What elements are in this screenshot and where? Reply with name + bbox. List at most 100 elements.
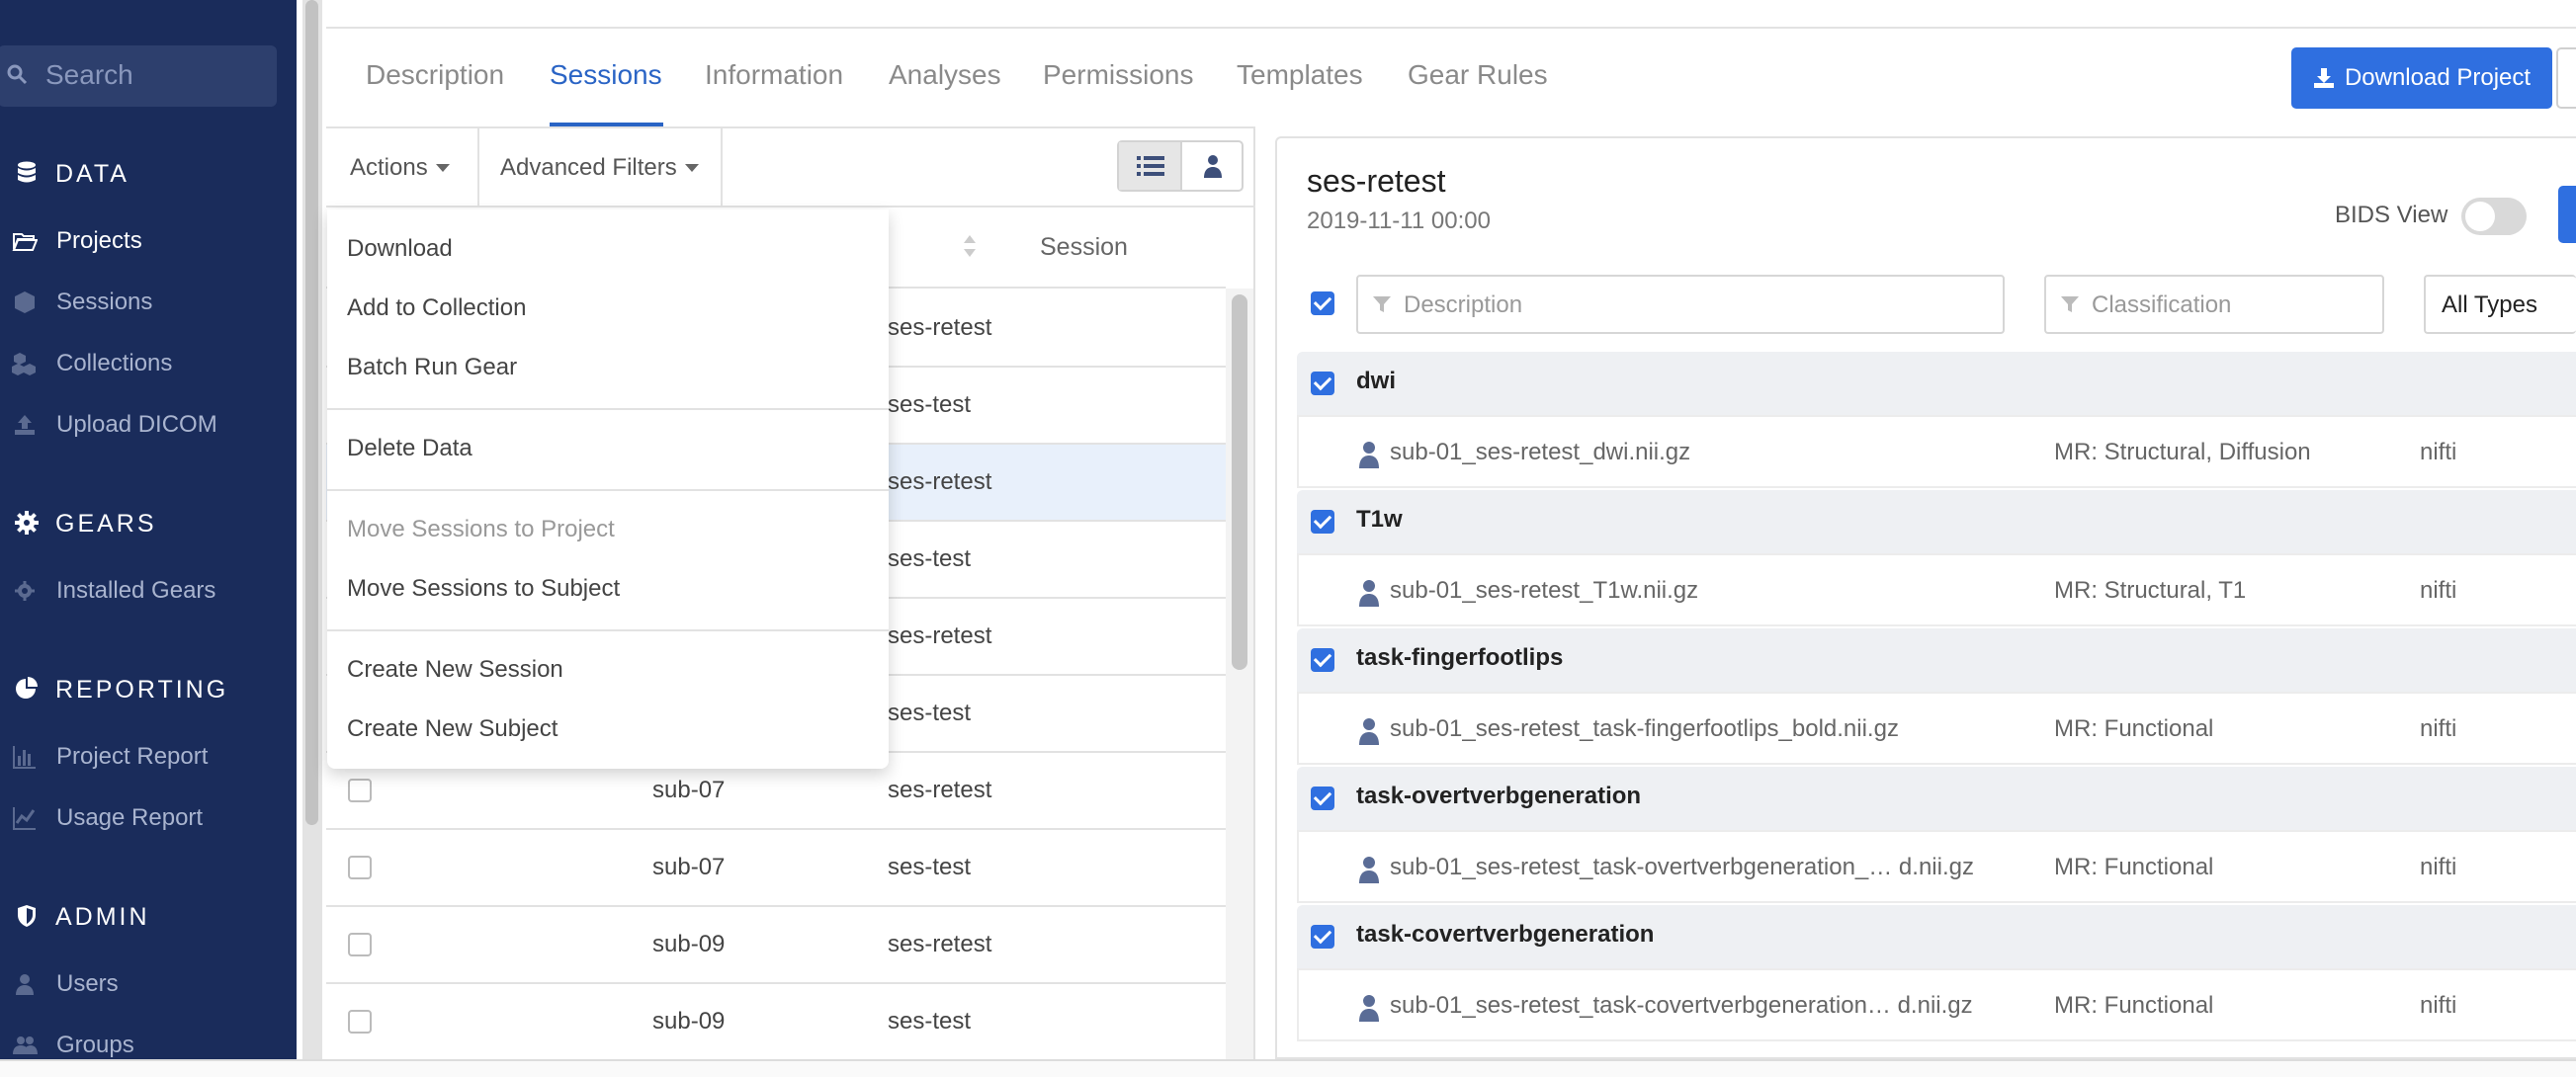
type-filter-select[interactable]: All Types	[2424, 275, 2576, 334]
session-cell: ses-test	[888, 391, 972, 418]
download-project-button[interactable]: Download Project	[2291, 47, 2552, 109]
file-row[interactable]: sub-01_ses-retest_T1w.nii.gz MR: Structur…	[1297, 553, 2576, 626]
caret-down-icon	[435, 164, 450, 172]
sidebar-search[interactable]: Search	[0, 45, 277, 107]
file-classification: MR: Functional	[2054, 715, 2214, 742]
table-row[interactable]: sub-09 ses-test	[326, 984, 1226, 1061]
sidebar-item-installed-gears[interactable]: Installed Gears	[0, 571, 297, 611]
session-cell: ses-test	[888, 700, 972, 726]
group-checkbox[interactable]	[1311, 787, 1334, 810]
session-cell: ses-retest	[888, 622, 992, 649]
section-label: ADMIN	[55, 902, 150, 931]
row-checkbox[interactable]	[348, 1010, 372, 1034]
sidebar-item-sessions[interactable]: Sessions	[0, 283, 297, 322]
list-scrollbar-thumb[interactable]	[1232, 294, 1247, 670]
file-name[interactable]: sub-01_ses-retest_task-overtverbgenerati…	[1390, 854, 1974, 881]
type-filter-value: All Types	[2442, 291, 2537, 318]
group-checkbox[interactable]	[1311, 510, 1334, 534]
tab-sessions[interactable]: Sessions	[550, 59, 662, 91]
actions-menu: Download Add to Collection Batch Run Gea…	[327, 209, 889, 769]
file-group: T1w sub-01_ses-retest_T1w.nii.gz MR: Struc…	[1297, 490, 2576, 632]
file-group: dwi sub-01_ses-retest_dwi.nii.gz MR: Struc…	[1297, 352, 2576, 494]
file-name[interactable]: sub-01_ses-retest_T1w.nii.gz	[1390, 577, 1698, 605]
tab-description[interactable]: Description	[366, 59, 504, 91]
sidebar-item-projects[interactable]: Projects	[0, 221, 297, 261]
sidebar-item-upload-dicom[interactable]: Upload DICOM	[0, 405, 297, 445]
row-checkbox[interactable]	[348, 933, 372, 956]
file-type: nifti	[2420, 439, 2457, 465]
subject-cell: sub-09	[652, 1008, 726, 1035]
advanced-filters-button[interactable]: Advanced Filters	[500, 128, 699, 207]
session-cell: ses-test	[888, 545, 972, 572]
sidebar-item-project-report[interactable]: Project Report	[0, 737, 297, 777]
file-row[interactable]: sub-01_ses-retest_dwi.nii.gz MR: Structur…	[1297, 415, 2576, 488]
file-classification: MR: Structural, T1	[2054, 577, 2247, 604]
file-name[interactable]: sub-01_ses-retest_dwi.nii.gz	[1390, 439, 1690, 466]
sidebar-item-label: Sessions	[56, 289, 153, 315]
row-checkbox[interactable]	[348, 856, 372, 879]
subject-cell: sub-07	[652, 777, 726, 803]
sidebar-item-label: Upload DICOM	[56, 411, 217, 438]
sidebar-item-collections[interactable]: Collections	[0, 344, 297, 383]
tab-templates[interactable]: Templates	[1237, 59, 1363, 91]
description-filter-placeholder: Description	[1404, 291, 1523, 318]
tab-permissions[interactable]: Permissions	[1043, 59, 1193, 91]
file-group: task-fingerfootlips sub-01_ses-retest_tas…	[1297, 628, 2576, 771]
file-row[interactable]: sub-01_ses-retest_task-overtverbgenerati…	[1297, 830, 2576, 903]
file-name[interactable]: sub-01_ses-retest_task-fingerfootlips_bo…	[1390, 715, 1899, 743]
sidebar-item-users[interactable]: Users	[0, 964, 297, 1004]
menu-item-move-sessions-to-project: Move Sessions to Project	[347, 516, 615, 542]
tab-gear-rules[interactable]: Gear Rules	[1408, 59, 1548, 91]
toolbar-divider	[721, 128, 723, 207]
session-cell: ses-retest	[888, 777, 992, 803]
group-checkbox[interactable]	[1311, 925, 1334, 949]
download-options-button[interactable]	[2556, 47, 2576, 109]
menu-item-create-new-session[interactable]: Create New Session	[347, 656, 563, 684]
sidebar-item-label: Collections	[56, 350, 173, 376]
sort-icon[interactable]	[963, 233, 977, 259]
sidebar-item-label: Groups	[56, 1032, 134, 1058]
session-action-button[interactable]	[2558, 186, 2576, 243]
menu-item-batch-run-gear[interactable]: Batch Run Gear	[347, 354, 517, 381]
users-icon	[13, 1036, 38, 1054]
list-view-button[interactable]	[1119, 142, 1182, 190]
menu-item-add-to-collection[interactable]: Add to Collection	[347, 294, 526, 322]
subject-view-button[interactable]	[1184, 142, 1242, 190]
session-cell: ses-test	[888, 854, 972, 880]
file-group-name: dwi	[1356, 368, 1396, 394]
menu-item-delete-data[interactable]: Delete Data	[347, 435, 472, 462]
line-chart-icon	[13, 807, 36, 830]
sidebar-scrollbar-thumb[interactable]	[305, 0, 318, 825]
classification-filter-input[interactable]: Classification	[2044, 275, 2384, 334]
actions-button[interactable]: Actions	[350, 128, 450, 207]
file-group-name: task-covertverbgeneration	[1356, 921, 1655, 948]
file-classification: MR: Functional	[2054, 854, 2214, 880]
shield-icon	[18, 905, 36, 927]
filter-icon	[2061, 296, 2079, 312]
menu-item-create-new-subject[interactable]: Create New Subject	[347, 715, 558, 743]
sidebar-item-label: Installed Gears	[56, 577, 216, 604]
file-type: nifti	[2420, 577, 2457, 604]
select-all-checkbox[interactable]	[1311, 291, 1334, 315]
table-row[interactable]: sub-07 ses-test	[326, 830, 1226, 907]
user-icon	[1359, 580, 1379, 607]
sidebar-item-usage-report[interactable]: Usage Report	[0, 798, 297, 838]
row-checkbox[interactable]	[348, 779, 372, 802]
subject-cell: sub-09	[652, 931, 726, 957]
sessions-toolbar: Actions Advanced Filters	[326, 128, 1255, 207]
description-filter-input[interactable]: Description	[1356, 275, 2005, 334]
file-row[interactable]: sub-01_ses-retest_task-fingerfootlips_bo…	[1297, 692, 2576, 765]
file-group-name: T1w	[1356, 506, 1403, 533]
group-checkbox[interactable]	[1311, 648, 1334, 672]
session-column-header[interactable]: Session	[1040, 233, 1128, 262]
file-name[interactable]: sub-01_ses-retest_task-covertverbgenerat…	[1390, 992, 1973, 1020]
tab-analyses[interactable]: Analyses	[889, 59, 1001, 91]
group-checkbox[interactable]	[1311, 372, 1334, 395]
sidebar-item-label: Project Report	[56, 743, 209, 770]
tab-information[interactable]: Information	[705, 59, 843, 91]
file-row[interactable]: sub-01_ses-retest_task-covertverbgenerat…	[1297, 968, 2576, 1041]
table-row[interactable]: sub-09 ses-retest	[326, 907, 1226, 984]
menu-item-move-sessions-to-subject[interactable]: Move Sessions to Subject	[347, 575, 620, 603]
search-icon	[7, 64, 28, 85]
menu-item-download[interactable]: Download	[347, 235, 453, 263]
